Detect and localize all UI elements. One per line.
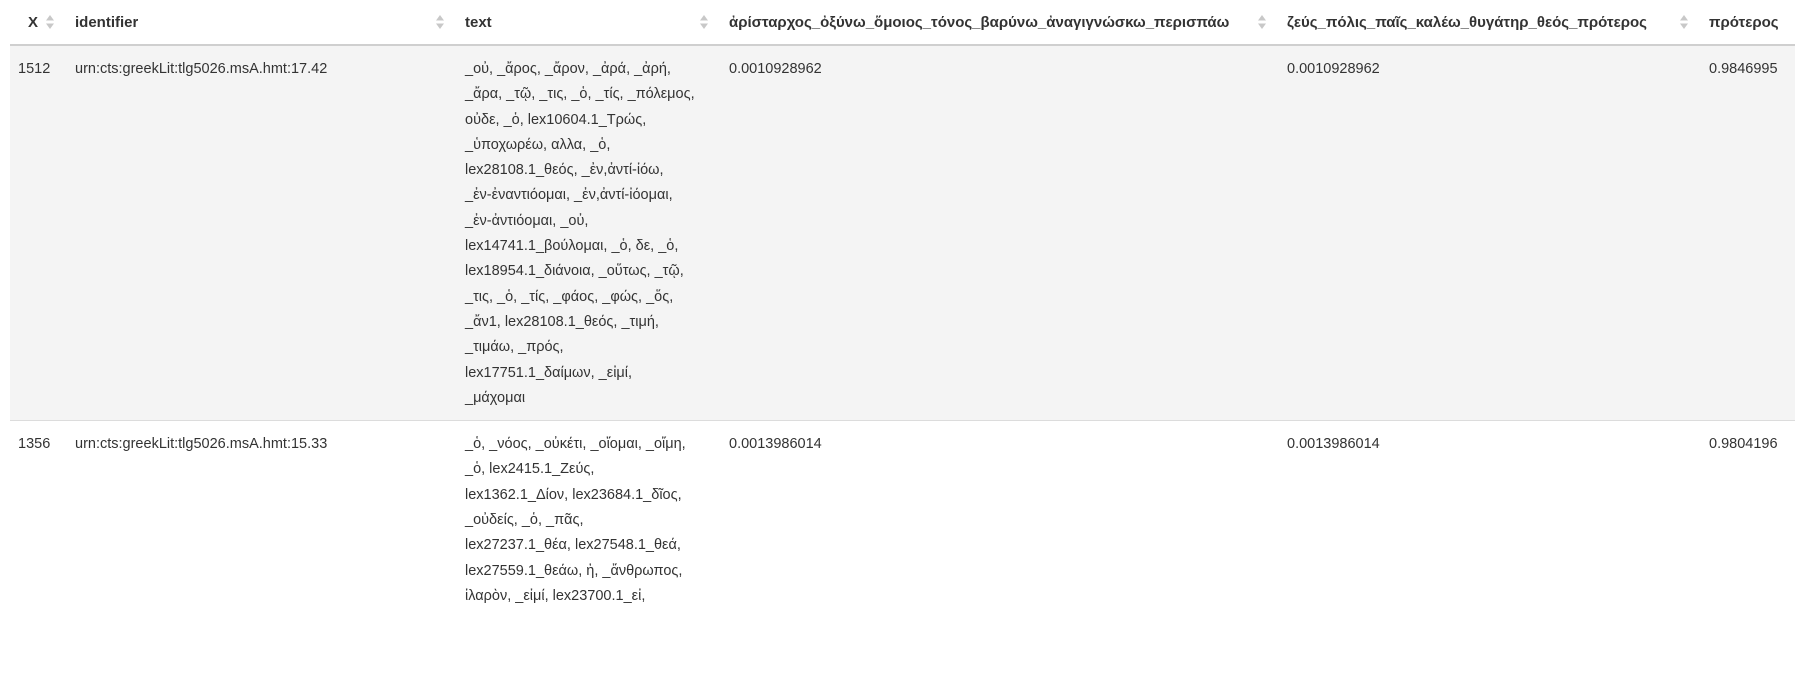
column-header-label: ζεύς_πόλις_παῖς_καλέω_θυγάτηρ_θεός_πρότε… [1287,13,1647,31]
column-header-label: identifier [75,13,139,31]
sort-updown-icon[interactable] [1257,13,1267,31]
cell-text-line: _τις, _ὁ, _τίς, _φάος, _φώς, _ὅς, [465,288,674,305]
header-row: X identifier text ἀρίσταρχος_ὀξύνω_ὅμοιο… [10,0,1795,46]
cell-b: 0.0013986014 [1277,420,1699,619]
cell-text-line: lex14741.1_βούλομαι, _ὁ, δε, _ὁ, [465,238,679,255]
sort-updown-icon[interactable] [45,13,55,31]
cell-text-line: _ὁ, _νόος, _οὐκέτι, _οἴομαι, _οἴμη, [465,436,686,453]
cell-c: 0.9846995 [1709,61,1778,77]
data-table-container[interactable]: X identifier text ἀρίσταρχος_ὀξύνω_ὅμοιο… [10,0,1795,682]
column-header-x[interactable]: X [10,0,65,46]
cell-text-line: lex27237.1_θέα, lex27548.1_θεά, [465,537,681,554]
cell-x: 1512 [18,61,51,77]
table-row[interactable]: 1512 urn:cts:greekLit:tlg5026.msA.hmt:17… [10,45,1795,421]
cell-text-line: οὐδε, _ὁ, lex10604.1_Τρώς, [465,111,647,128]
column-header-b[interactable]: ζεύς_πόλις_παῖς_καλέω_θυγάτηρ_θεός_πρότε… [1277,0,1699,46]
sort-updown-icon[interactable] [435,13,445,31]
cell-text: _οὐ, _ἄρος, _ἄρον, _ἀρά, _ἀρή, _ἄρα, _τῷ… [455,45,719,421]
cell-b: 0.0010928962 [1287,61,1380,77]
cell-text-line: _ἐν-ἐναντιόομαι, _ἐν,ἀντί-ἰόομαι, [465,187,673,204]
sort-updown-icon[interactable] [1679,13,1689,31]
cell-text-line: _οὐ, _ἄρος, _ἄρον, _ἀρά, _ἀρή, [465,61,671,77]
cell-text-line: lex1362.1_Δίον, lex23684.1_δῖος, [465,486,682,503]
cell-identifier: urn:cts:greekLit:tlg5026.msA.hmt:17.42 [75,61,328,77]
column-header-label: text [465,13,492,31]
cell-text-line: lex27559.1_θεάω, ἡ, _ἄνθρωπος, [465,562,683,579]
data-table: X identifier text ἀρίσταρχος_ὀξύνω_ὅμοιο… [10,0,1795,619]
column-header-c[interactable]: πρότερος [1699,0,1795,46]
cell-text-line: _μάχομαι [465,389,526,406]
column-header-label: πρότερος [1709,13,1779,31]
cell-identifier: urn:cts:greekLit:tlg5026.msA.hmt:15.33 [65,420,455,619]
cell-text-line: ἱλαρὸν, _εἰμί, lex23700.1_εἰ, [465,587,646,604]
cell-text-line: lex18954.1_διάνοια, _οὕτως, _τῷ, [465,263,684,280]
cell-text-line: _ἄρα, _τῷ, _τις, _ὁ, _τίς, _πόλεμος, [465,86,695,103]
cell-a: 0.0013986014 [719,420,1277,619]
cell-text-line: _ὁ, lex2415.1_Ζεύς, [465,461,595,478]
cell-x: 1356 [10,420,65,619]
cell-text: _ὁ, _νόος, _οὐκέτι, _οἴομαι, _οἴμη, _ὁ, … [455,420,719,619]
column-header-text[interactable]: text [455,0,719,46]
cell-text-line: _οὐδείς, _ὁ, _πᾶς, [465,512,584,529]
column-header-identifier[interactable]: identifier [65,0,455,46]
cell-text-line: lex17751.1_δαίμων, _εἰμί, [465,364,633,381]
cell-text-line: _ἄν1, lex28108.1_θεός, _τιμή, [465,313,659,330]
column-header-label: ἀρίσταρχος_ὀξύνω_ὅμοιος_τόνος_βαρύνω_ἀνα… [729,13,1230,31]
cell-text-line: _τιμάω, _πρός, [465,339,564,356]
cell-text-line: lex28108.1_θεός, _ἐν,ἀντί-ἰόω, [465,162,664,179]
cell-c: 0.9804196 [1699,420,1795,619]
column-header-a[interactable]: ἀρίσταρχος_ὀξύνω_ὅμοιος_τόνος_βαρύνω_ἀνα… [719,0,1277,46]
cell-a: 0.0010928962 [729,61,822,77]
table-body: 1512 urn:cts:greekLit:tlg5026.msA.hmt:17… [10,45,1795,619]
cell-text-line: _ὑποχωρέω, αλλα, _ὁ, [465,136,611,153]
column-header-label: X [28,13,39,31]
sort-updown-icon[interactable] [699,13,709,31]
cell-text-line: _ἐν-ἀντιόομαι, _οὐ, [465,212,589,229]
table-header: X identifier text ἀρίσταρχος_ὀξύνω_ὅμοιο… [10,0,1795,46]
table-row[interactable]: 1356 urn:cts:greekLit:tlg5026.msA.hmt:15… [10,420,1795,619]
